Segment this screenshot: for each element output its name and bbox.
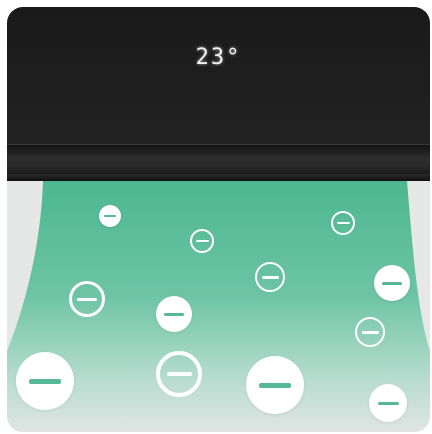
minus-sign — [259, 382, 291, 388]
minus-ion-icon — [246, 356, 304, 414]
minus-sign — [361, 330, 379, 334]
minus-ion-icon — [156, 351, 202, 397]
minus-ion-icon — [99, 205, 121, 227]
air-vent — [7, 144, 430, 175]
vent-lip — [7, 174, 430, 181]
minus-ion-icon — [369, 384, 407, 422]
minus-ion-icon — [190, 229, 214, 253]
minus-sign — [166, 372, 192, 376]
minus-sign — [336, 222, 350, 224]
temperature-display: 23° — [195, 45, 242, 70]
minus-sign — [195, 240, 209, 242]
minus-ion-icon — [156, 296, 192, 332]
minus-ion-icon — [331, 211, 355, 235]
minus-sign — [164, 312, 184, 316]
minus-ion-icon — [355, 317, 385, 347]
minus-ion-icon — [255, 262, 285, 292]
minus-sign — [29, 378, 61, 384]
minus-sign — [261, 275, 279, 279]
air-conditioner-unit: 23° — [7, 7, 430, 181]
minus-ion-icon — [374, 265, 410, 301]
minus-sign — [77, 297, 97, 301]
minus-ion-icon — [16, 352, 74, 410]
minus-sign — [377, 401, 399, 405]
illustration-frame: 23° — [7, 7, 430, 432]
minus-sign — [104, 215, 116, 217]
minus-ion-icon — [69, 281, 105, 317]
minus-sign — [382, 281, 402, 285]
